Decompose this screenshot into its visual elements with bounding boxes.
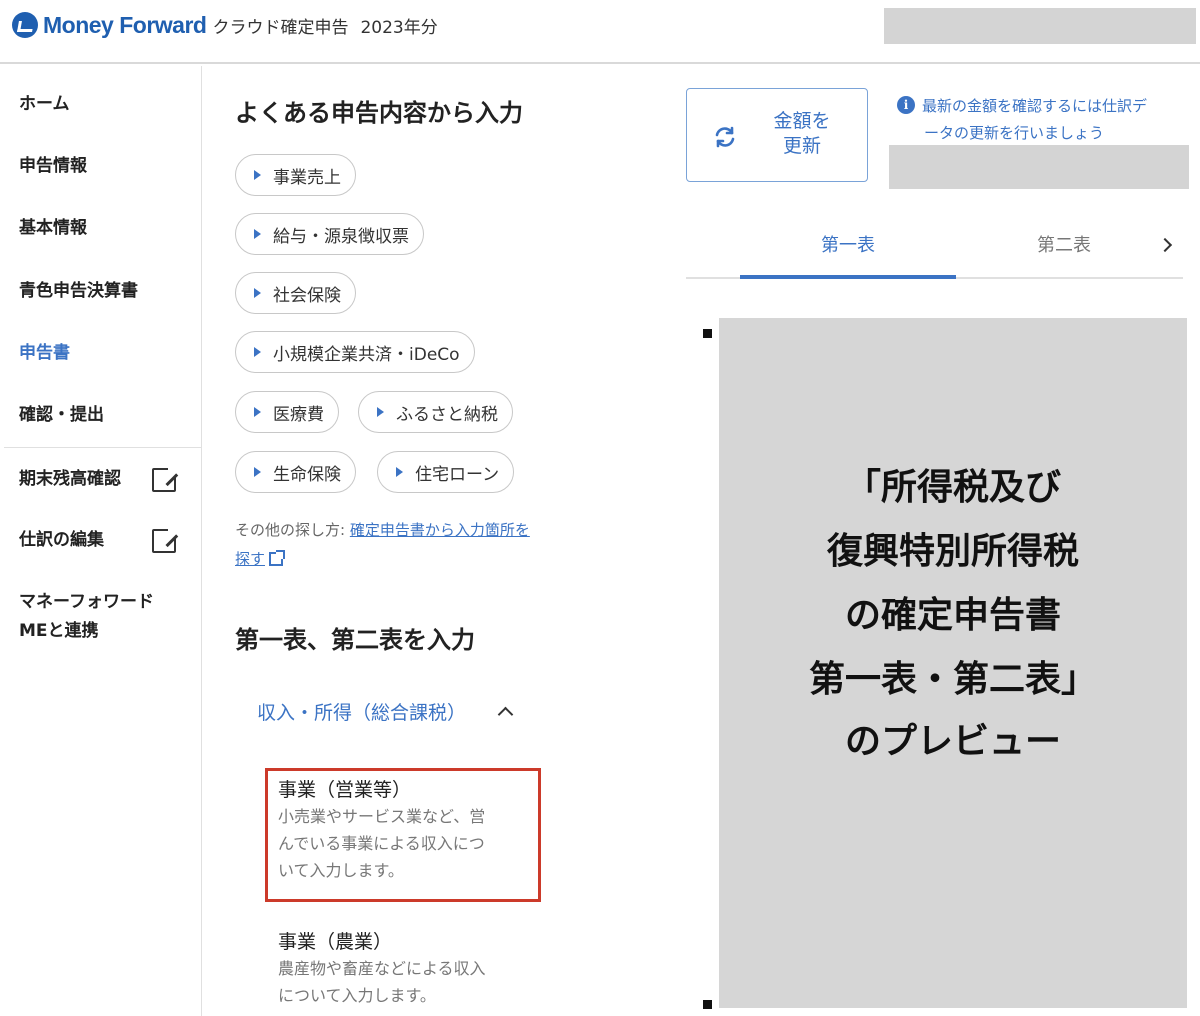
chip-label: 住宅ローン xyxy=(415,464,500,485)
sidebar-divider xyxy=(4,447,202,448)
chip-furusato[interactable]: ふるさと納税 xyxy=(358,391,513,433)
sidebar-item-return-form[interactable]: 申告書 xyxy=(19,342,70,364)
chip-label: 給与・源泉徴収票 xyxy=(273,226,409,247)
preview-text: 「所得税及び xyxy=(844,467,1061,508)
chip-life-insurance[interactable]: 生命保険 xyxy=(235,451,356,493)
chip-business-sales[interactable]: 事業売上 xyxy=(235,154,356,196)
info-line1: 最新の金額を確認するには仕訳デ xyxy=(922,97,1148,115)
refresh-label-line2: 更新 xyxy=(782,135,821,157)
sidebar-item-filing-info[interactable]: 申告情報 xyxy=(19,155,87,177)
other-search-prefix: その他の探し方: xyxy=(235,521,350,539)
external-link-icon xyxy=(152,465,179,492)
preview-corner-marker xyxy=(703,329,712,338)
tab-form2[interactable]: 第二表 xyxy=(956,216,1172,279)
chip-medical[interactable]: 医療費 xyxy=(235,391,339,433)
chip-social-insurance[interactable]: 社会保険 xyxy=(235,272,356,314)
entry-title: 事業（農業） xyxy=(278,931,393,953)
refresh-amount-button[interactable]: 金額を 更新 xyxy=(686,88,868,182)
entry-desc: んでいる事業による収入につ xyxy=(278,834,485,853)
refresh-info-text: 最新の金額を確認するには仕訳デ ータの更新を行いましょう xyxy=(922,93,1182,147)
sidebar-item-me-link-line1: マネーフォワード xyxy=(19,592,154,612)
caret-right-icon xyxy=(254,229,261,239)
caret-right-icon xyxy=(254,170,261,180)
chevron-up-icon xyxy=(497,706,514,723)
brand-logo[interactable]: Money Forward クラウド確定申告 2023年分 xyxy=(12,10,438,40)
entry-agriculture[interactable]: 事業（農業） 農産物や畜産などによる収入 について入力します。 xyxy=(278,929,534,1009)
find-input-location-link[interactable]: 確定申告書から入力箇所を xyxy=(350,521,530,539)
info-line2: ータの更新を行いましょう xyxy=(924,124,1105,142)
refresh-label-line1: 金額を xyxy=(773,110,831,132)
forms-input-title: 第一表、第二表を入力 xyxy=(235,626,475,654)
preview-text: 第一表・第二表」 xyxy=(808,659,1097,700)
entry-desc: 小売業やサービス業など、営 xyxy=(278,807,486,826)
money-forward-logo-icon xyxy=(12,12,38,38)
preview-text: の確定申告書 xyxy=(844,595,1061,636)
income-accordion-toggle[interactable]: 収入・所得（総合課税） xyxy=(257,698,514,725)
sidebar-item-confirm-submit[interactable]: 確認・提出 xyxy=(19,404,104,426)
entry-desc: いて入力します。 xyxy=(278,861,404,880)
app-header: Money Forward クラウド確定申告 2023年分 xyxy=(0,0,1200,64)
preview-text: 復興特別所得税 xyxy=(826,531,1079,572)
sidebar-nav: ホーム 申告情報 基本情報 青色申告決算書 申告書 確認・提出 期末残高確認 仕… xyxy=(4,66,202,1016)
common-input-title: よくある申告内容から入力 xyxy=(235,99,523,127)
external-link-icon xyxy=(152,526,179,553)
preview-text: のプレビュー xyxy=(844,721,1061,762)
chip-label: 社会保険 xyxy=(273,285,341,306)
caret-right-icon xyxy=(396,467,403,477)
external-link-icon xyxy=(269,550,286,566)
info-icon: i xyxy=(897,96,915,114)
redacted-area xyxy=(889,145,1189,189)
chip-label: 事業売上 xyxy=(273,167,341,188)
sidebar-item-me-link-line2: MEと連携 xyxy=(19,621,99,641)
brand-name: Money Forward xyxy=(43,11,207,38)
chip-small-business-ideco[interactable]: 小規模企業共済・iDeCo xyxy=(235,331,475,373)
sidebar-item-basic-info[interactable]: 基本情報 xyxy=(19,217,87,239)
sidebar-item-balance-check[interactable]: 期末残高確認 xyxy=(19,468,121,490)
refresh-icon xyxy=(715,126,735,148)
other-search-line-2: 探す xyxy=(235,545,286,573)
chip-label: 小規模企業共済・iDeCo xyxy=(273,344,460,365)
caret-right-icon xyxy=(254,467,261,477)
chip-housing-loan[interactable]: 住宅ローン xyxy=(377,451,515,493)
caret-right-icon xyxy=(377,407,384,417)
chip-salary[interactable]: 給与・源泉徴収票 xyxy=(235,213,424,255)
entry-desc: について入力します。 xyxy=(278,986,436,1005)
accordion-label: 収入・所得（総合課税） xyxy=(257,702,467,724)
product-name: クラウド確定申告 xyxy=(212,17,349,38)
preview-corner-marker xyxy=(703,1000,712,1009)
caret-right-icon xyxy=(254,407,261,417)
entry-business-sales[interactable]: 事業（営業等） 小売業やサービス業など、営 んでいる事業による収入につ いて入力… xyxy=(278,777,534,884)
entry-desc: 農産物や畜産などによる収入 xyxy=(278,959,486,978)
other-search-line: その他の探し方: 確定申告書から入力箇所を xyxy=(235,516,530,544)
sidebar-item-home[interactable]: ホーム xyxy=(19,93,70,115)
tax-year: 2023年分 xyxy=(360,17,438,38)
chip-label: ふるさと納税 xyxy=(396,404,498,425)
tab-form1[interactable]: 第一表 xyxy=(740,216,956,279)
entry-title: 事業（営業等） xyxy=(278,779,412,801)
caret-right-icon xyxy=(254,288,261,298)
form-tabs: 第一表 第二表 xyxy=(686,216,1183,279)
sidebar-item-blue-return[interactable]: 青色申告決算書 xyxy=(19,280,138,302)
chip-label: 生命保険 xyxy=(273,464,341,485)
sidebar-item-me-link[interactable]: マネーフォワード MEと連携 xyxy=(19,591,154,642)
find-input-location-link-2[interactable]: 探す xyxy=(235,550,265,568)
refresh-button-label: 金額を 更新 xyxy=(757,109,847,159)
sidebar-item-journal-edit[interactable]: 仕訳の編集 xyxy=(19,529,104,551)
redacted-area xyxy=(884,8,1196,44)
form-preview: 「所得税及び 復興特別所得税 の確定申告書 第一表・第二表」 のプレビュー xyxy=(719,318,1187,1008)
caret-right-icon xyxy=(254,347,261,357)
chip-label: 医療費 xyxy=(273,404,324,425)
